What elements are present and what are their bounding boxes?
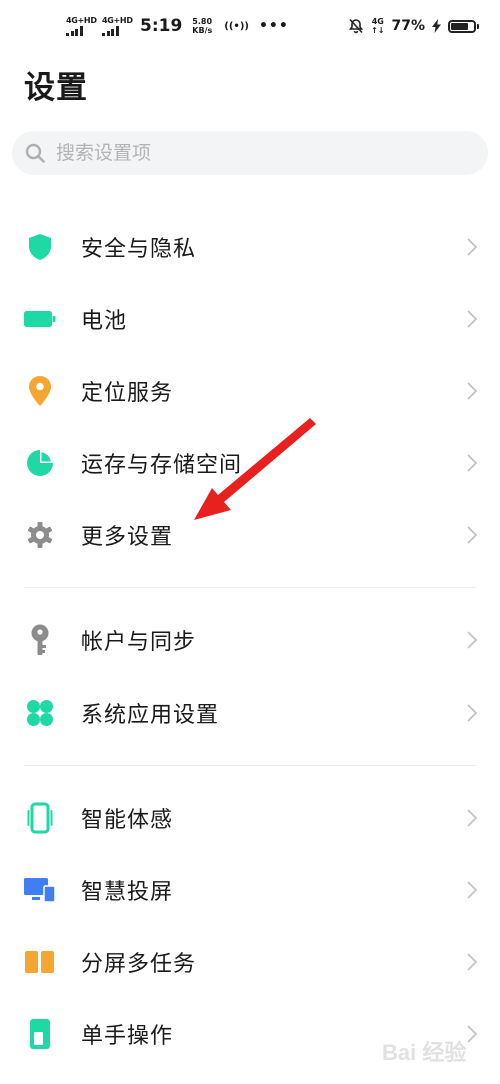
location-pin-icon — [24, 375, 56, 407]
network-type: 4G — [371, 17, 384, 26]
watermark-text: Bai 经验 — [382, 1040, 466, 1065]
clock: 5:19 — [140, 16, 183, 36]
chevron-right-icon — [467, 704, 478, 722]
settings-item-label: 智能体感 — [81, 808, 174, 833]
battery-percent: 77% — [391, 18, 425, 34]
baidu-watermark-logo: Bai 经验 — [382, 1040, 466, 1065]
one-hand-icon — [24, 1018, 56, 1050]
chevron-right-icon — [467, 238, 478, 256]
settings-item-smart-motion[interactable]: 智能体感 — [0, 788, 500, 848]
settings-item-split-screen[interactable]: 分屏多任务 — [0, 932, 500, 992]
mute-bell-icon — [348, 18, 364, 34]
chevron-right-icon — [467, 881, 478, 899]
battery-icon — [24, 303, 56, 335]
split-screen-icon — [24, 946, 56, 978]
sim2-label: 4G+HD — [102, 15, 133, 25]
chevron-right-icon — [467, 953, 478, 971]
search-input[interactable] — [54, 141, 458, 165]
settings-item-system-apps[interactable]: 系统应用设置 — [0, 683, 500, 743]
apps-grid-icon — [24, 697, 56, 729]
network-indicator: 4G ↑↓ — [371, 17, 384, 35]
page-title: 设置 — [24, 70, 88, 106]
settings-item-label: 单手操作 — [81, 1024, 174, 1049]
settings-item-label: 电池 — [81, 309, 128, 334]
phone-motion-icon — [24, 802, 56, 834]
battery-icon — [448, 19, 479, 33]
settings-item-screen-cast[interactable]: 智慧投屏 — [0, 860, 500, 920]
search-bar[interactable] — [12, 131, 488, 175]
settings-item-memory-storage[interactable]: 运存与存储空间 — [0, 433, 500, 493]
sim2-signal-icon: 4G+HD — [102, 15, 133, 36]
chevron-right-icon — [467, 382, 478, 400]
section-divider — [24, 587, 476, 588]
storage-pie-icon — [24, 447, 56, 479]
settings-item-label: 更多设置 — [81, 525, 174, 550]
sim1-signal-icon: 4G+HD — [66, 15, 97, 36]
network-activity: ↑↓ — [371, 26, 385, 35]
settings-item-label: 定位服务 — [81, 381, 174, 406]
settings-item-location[interactable]: 定位服务 — [0, 361, 500, 421]
section-divider — [24, 765, 476, 766]
chevron-right-icon — [467, 809, 478, 827]
status-bar: 4G+HD 4G+HD 5:19 5.80 KB/s ((•)) ••• 4G … — [0, 0, 500, 56]
settings-item-label: 系统应用设置 — [81, 703, 220, 728]
search-icon — [25, 143, 45, 163]
shield-icon — [24, 231, 56, 263]
screen-cast-icon — [24, 874, 56, 906]
key-icon — [24, 624, 56, 656]
settings-item-more-settings[interactable]: 更多设置 — [0, 505, 500, 565]
settings-item-battery[interactable]: 电池 — [0, 289, 500, 349]
settings-item-label: 智慧投屏 — [81, 880, 174, 905]
settings-item-label: 安全与隐私 — [81, 237, 197, 262]
chevron-right-icon — [467, 526, 478, 544]
network-speed: 5.80 KB/s — [192, 17, 212, 35]
network-speed-value: 5.80 — [192, 17, 213, 26]
sim1-label: 4G+HD — [66, 15, 97, 25]
settings-item-accounts-sync[interactable]: 帐户与同步 — [0, 610, 500, 670]
hotspot-icon: ((•)) — [224, 20, 249, 32]
gear-icon — [24, 519, 56, 551]
settings-item-label: 帐户与同步 — [81, 630, 197, 655]
settings-item-label: 分屏多任务 — [81, 952, 197, 977]
chevron-right-icon — [467, 454, 478, 472]
chevron-right-icon — [467, 310, 478, 328]
settings-item-security-privacy[interactable]: 安全与隐私 — [0, 217, 500, 277]
more-notifications-icon: ••• — [258, 18, 289, 34]
chevron-right-icon — [467, 631, 478, 649]
settings-item-label: 运存与存储空间 — [81, 453, 243, 478]
charging-bolt-icon — [432, 19, 441, 33]
network-speed-unit: KB/s — [192, 26, 213, 35]
